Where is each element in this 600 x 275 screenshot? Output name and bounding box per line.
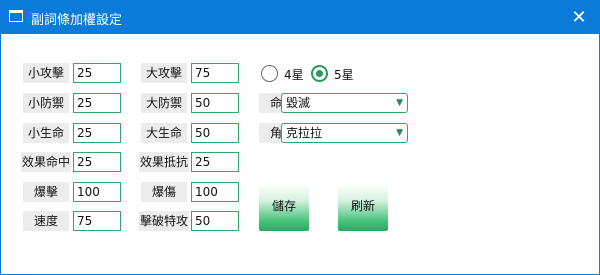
input-small-def[interactable]: 25 [73,93,121,113]
label-small-atk: 小攻擊 [23,63,69,83]
input-effect-res[interactable]: 25 [191,152,239,172]
input-small-atk[interactable]: 25 [73,63,121,83]
save-button[interactable]: 儲存 [259,183,309,231]
input-big-hp[interactable]: 50 [191,123,239,143]
input-effect-hit[interactable]: 25 [73,152,121,172]
label-big-hp: 大生命 [141,123,187,143]
label-speed: 速度 [23,211,69,231]
label-crit-rate: 爆擊 [23,182,69,202]
input-big-atk[interactable]: 75 [191,63,239,83]
label-small-def: 小防禦 [23,93,69,113]
close-button[interactable]: ✕ [559,1,599,34]
character-select-value: 克拉拉 [286,126,323,140]
radio-checked-icon [311,65,328,82]
input-crit-rate[interactable]: 100 [73,182,121,202]
input-crit-dmg[interactable]: 100 [191,182,239,202]
settings-window: 副詞條加權設定 ✕ 小攻擊 25 小防禦 25 小生命 25 效果命中 25 爆… [0,0,600,275]
chevron-down-icon: ▼ [396,128,403,138]
label-effect-hit: 效果命中 [21,152,71,172]
label-break-effect: 擊破特攻 [139,211,189,231]
radio-unchecked-icon [261,65,278,82]
input-break-effect[interactable]: 50 [191,211,239,231]
radio-5-star-label: 5星 [334,68,354,82]
input-speed[interactable]: 75 [73,211,121,231]
path-select[interactable]: 毀滅 ▼ [281,93,408,113]
label-small-hp: 小生命 [23,123,69,143]
window-icon [9,10,23,22]
character-select[interactable]: 克拉拉 ▼ [281,123,408,143]
window-title: 副詞條加權設定 [31,13,123,28]
input-small-hp[interactable]: 25 [73,123,121,143]
label-crit-dmg: 爆傷 [141,182,187,202]
label-big-atk: 大攻擊 [141,63,187,83]
refresh-button[interactable]: 刷新 [338,183,388,231]
title-bar[interactable]: 副詞條加權設定 ✕ [1,1,599,34]
radio-4-star-label: 4星 [284,68,304,82]
input-big-def[interactable]: 50 [191,93,239,113]
path-select-value: 毀滅 [286,96,311,110]
label-effect-res: 效果抵抗 [139,152,189,172]
label-big-def: 大防禦 [141,93,187,113]
chevron-down-icon: ▼ [396,98,403,108]
